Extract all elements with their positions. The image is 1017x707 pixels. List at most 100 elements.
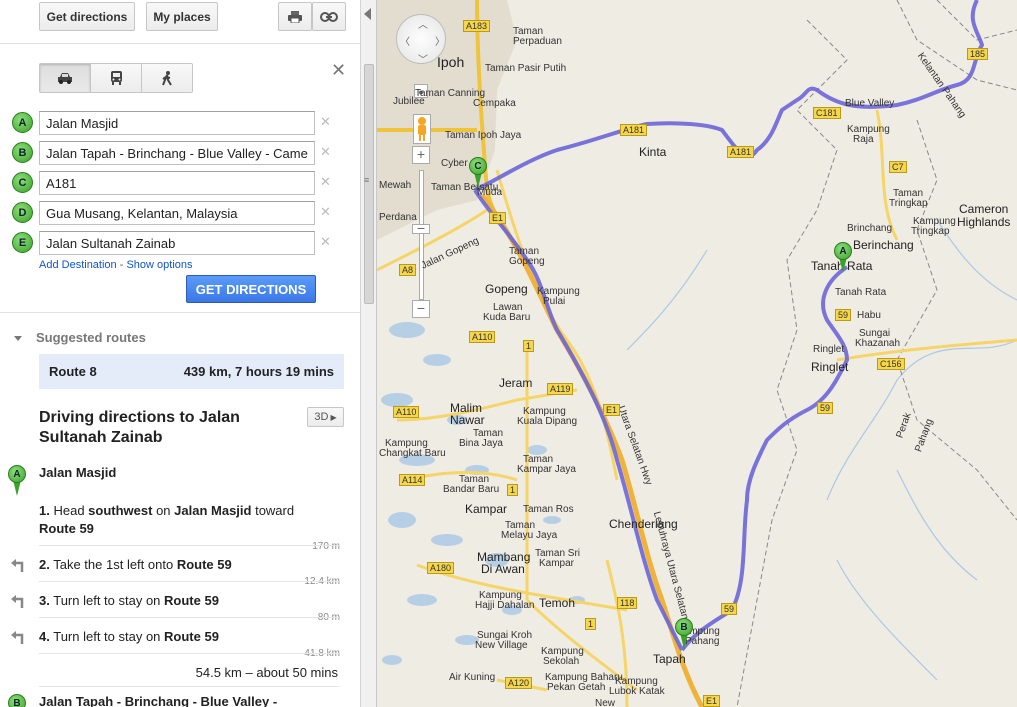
map-label: Brinchang [847, 223, 893, 234]
3d-label: 3D [314, 411, 329, 423]
mode-driving[interactable] [40, 64, 91, 92]
map-label: Perpaduan [513, 36, 562, 47]
map-label: Hajji Dahalan [475, 600, 535, 611]
remove-waypoint-icon[interactable]: ✕ [320, 144, 331, 160]
link-button[interactable] [312, 2, 346, 31]
waypoint-input[interactable] [39, 111, 315, 135]
add-destination-link[interactable]: Add Destination [39, 259, 117, 271]
direction-step[interactable]: 4. Turn left to stay on Route 59 [39, 628, 299, 646]
road-shield: 1 [585, 618, 597, 630]
remove-waypoint-icon[interactable]: ✕ [320, 114, 331, 130]
map-label: Air Kuning [449, 672, 496, 683]
route-option[interactable]: Route 8 439 km, 7 hours 19 mins [39, 354, 344, 389]
map-label: Tanah Rata [835, 287, 887, 298]
collapse-triangle-icon [14, 336, 22, 342]
remove-waypoint-icon[interactable]: ✕ [320, 234, 331, 250]
map-label: Perdana [379, 212, 417, 223]
route-name: Route 8 [49, 364, 97, 379]
direction-step[interactable]: 2. Take the 1st left onto Route 59 [39, 556, 299, 574]
road-shield: A181 [620, 124, 648, 136]
map-label: Blue Valley [845, 98, 895, 109]
waypoint-pin-b: B [8, 694, 26, 707]
map-label: Kampar [539, 558, 575, 569]
map-label: Jubilee [393, 96, 425, 107]
map-label: Gopeng [485, 282, 528, 296]
next-waypoint-name[interactable]: Jalan Tapah - Brinchang - Blue Valley - [39, 694, 277, 707]
direction-step[interactable]: 1. Head southwest on Jalan Masjid toward… [39, 502, 299, 538]
road-shield: 59 [721, 603, 738, 615]
leg-total: 54.5 km – about 50 mins [195, 665, 338, 680]
waypoint-marker-icon[interactable]: B [12, 142, 33, 163]
get-directions-button[interactable]: Get directions [39, 2, 135, 31]
waypoint-marker-icon[interactable]: D [12, 202, 33, 223]
step-divider [39, 617, 339, 618]
map-pin-a[interactable]: A [834, 242, 852, 274]
zoom-out-icon[interactable]: − [412, 300, 430, 318]
map-label: Pulai [543, 296, 566, 307]
map-label: Lubok Katak [609, 686, 665, 697]
directions-title: Driving directions to Jalan Sultanah Zai… [39, 409, 240, 446]
map-label: Berinchang [853, 238, 914, 252]
waypoint-input[interactable] [39, 171, 315, 195]
turn-left-icon [11, 595, 24, 608]
map-label: New Village [475, 640, 528, 651]
top-toolbar: Get directions My places [0, 0, 360, 44]
map-pin-c[interactable]: C [469, 157, 487, 189]
show-options-link[interactable]: Show options [126, 259, 192, 271]
step-text: Route 59 [176, 557, 232, 572]
map-pin-b[interactable]: B [675, 618, 693, 650]
road-shield: 59 [835, 309, 852, 321]
3d-button[interactable]: 3D ▶ [307, 407, 344, 427]
leg-divider [39, 686, 339, 687]
road-shield: E1 [489, 212, 507, 224]
suggested-routes-toggle[interactable]: Suggested routes [14, 330, 146, 345]
close-icon[interactable]: ✕ [331, 60, 346, 81]
play-icon: ▶ [330, 412, 337, 422]
road-shield: A110 [469, 331, 496, 343]
waypoint-input[interactable] [39, 231, 315, 255]
mode-walking[interactable] [142, 64, 192, 92]
pegman-icon[interactable] [413, 114, 431, 144]
remove-waypoint-icon[interactable]: ✕ [320, 204, 331, 220]
remove-waypoint-icon[interactable]: ✕ [320, 174, 331, 190]
road-shield: A183 [463, 20, 491, 32]
step-text: Head [53, 503, 89, 518]
step-number: 3. [39, 593, 50, 608]
travel-mode-selector [39, 63, 193, 93]
map-label: Khazanah [855, 338, 901, 349]
road-shield: E1 [603, 404, 621, 416]
road-shield: C156 [877, 358, 905, 370]
road-shield: 1 [523, 340, 535, 352]
zoom-slider-thumb[interactable]: − [412, 221, 430, 235]
waypoint-input[interactable] [39, 201, 315, 225]
zoom-in-icon[interactable]: + [412, 146, 430, 164]
start-waypoint-name[interactable]: Jalan Masjid [39, 465, 116, 480]
map-label: Pekan Getah [547, 682, 606, 693]
get-directions-submit-button[interactable]: GET DIRECTIONS [186, 275, 316, 303]
divider [0, 312, 360, 313]
waypoint-marker-icon[interactable]: A [12, 112, 33, 133]
road-shield: A8 [399, 264, 417, 276]
directions-links: Add Destination - Show options [39, 259, 193, 271]
map-label: Bandar Baru [443, 484, 500, 495]
waypoint-input[interactable] [39, 141, 315, 165]
waypoint-row: A✕ [12, 111, 342, 135]
waypoint-marker-icon[interactable]: E [12, 232, 33, 253]
direction-step[interactable]: 3. Turn left to stay on Route 59 [39, 592, 299, 610]
map-label: Nawar [450, 413, 485, 427]
road-shield: E1 [703, 695, 721, 707]
map-label: Raja [853, 134, 874, 145]
my-places-button[interactable]: My places [146, 2, 218, 31]
panel-scrollbar[interactable]: ≡ [360, 0, 377, 707]
waypoint-row: B✕ [12, 141, 342, 165]
step-number: 1. [39, 503, 50, 518]
collapse-panel-icon[interactable] [364, 8, 371, 20]
print-button[interactable] [278, 2, 312, 31]
map-label: Habu [857, 310, 881, 321]
map-canvas[interactable]: ︿ ﹀ 〈 〉 ● + − − Ipoh Taman Perpaduan Tam… [377, 0, 1017, 707]
waypoint-marker-icon[interactable]: C [12, 172, 33, 193]
turn-left-icon [11, 559, 24, 572]
mode-transit[interactable] [91, 64, 142, 92]
step-text: Turn left to stay on [53, 629, 165, 644]
map-label: Kuala Dipang [517, 416, 578, 427]
